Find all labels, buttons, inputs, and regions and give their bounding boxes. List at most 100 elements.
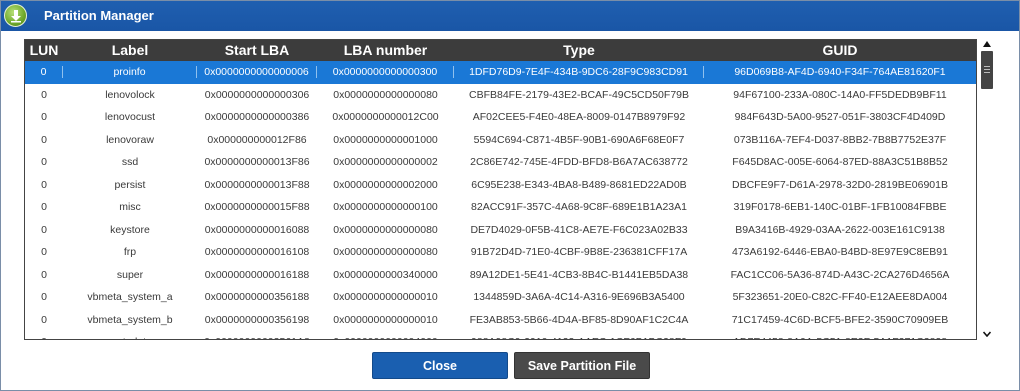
cell-start-lba: 0x0000000000000006 [197, 66, 317, 79]
cell-start-lba: 0x0000000000015F88 [204, 201, 310, 214]
cell-type: 5594C694-C871-4B5F-90B1-690A6F68E0F7 [473, 133, 685, 146]
cell-start-lba: 0x0000000000013F88 [204, 178, 310, 191]
cell-lba-number: 0x0000000000002000 [333, 178, 438, 191]
cell-type: 1DFD76D9-7E4F-434B-9DC6-28F9C983CD91 [454, 66, 704, 79]
cell-type: 988A98C9-2910-4123-AAEC-1CF6B1BC28F9 [454, 336, 704, 339]
save-partition-file-button[interactable]: Save Partition File [514, 352, 650, 379]
cell-guid: 94F67100-233A-080C-14A0-FF5DEDB9BF11 [733, 88, 947, 101]
title-bar: Partition Manager [1, 1, 1019, 31]
cell-label: ssd [121, 156, 139, 169]
cell-start-lba: 0x0000000000356188 [204, 291, 310, 304]
table-row[interactable]: 0 persist 0x0000000000013F88 0x000000000000… [25, 174, 976, 197]
cell-lba-number: 0x0000000000012C00 [332, 111, 439, 124]
cell-lun: 0 [41, 88, 47, 101]
table-row[interactable]: 0 ssd 0x0000000000013F86 0x0000000000000002… [25, 151, 976, 174]
table-row[interactable]: 0 proinfo 0x0000000000000006 0x000000000000… [25, 61, 976, 84]
cell-lba-number: 0x0000000000000100 [333, 201, 438, 214]
cell-start-lba: 0x0000000000016088 [204, 223, 310, 236]
cell-type: CBFB84FE-2179-43E2-BCAF-49C5CD50F79B [468, 88, 689, 101]
cell-lun: 0 [41, 156, 47, 169]
cell-guid: F645D8AC-005E-6064-87ED-88A3C51B8B52 [732, 156, 948, 169]
cell-start-lba: 0x00000000003561A8 [197, 336, 317, 339]
cell-label: super [116, 268, 144, 281]
cell-start-lba: 0x0000000000000306 [204, 88, 310, 101]
column-header-guid[interactable]: GUID [704, 40, 976, 61]
cell-guid: 71C17459-4C6D-BCF5-BFE2-3590C70909EB [731, 313, 949, 326]
cell-label: keystore [110, 223, 150, 236]
close-button[interactable]: Close [372, 352, 508, 379]
table-row[interactable]: 0 keystore 0x0000000000016088 0x00000000000… [25, 219, 976, 242]
column-header-lun[interactable]: LUN [25, 40, 63, 61]
cell-lba-number: 0x0000000000000080 [333, 223, 438, 236]
cell-lba-number: 0x0000000000000080 [333, 88, 438, 101]
cell-label: vbmeta_system_a [87, 291, 173, 304]
cell-lba-number: 0x0000000000004000 [317, 336, 454, 339]
cell-label: misc [119, 201, 141, 214]
cell-guid: 984F643D-5A00-9527-051F-3803CF4D409D [734, 111, 946, 124]
cell-guid: FAC1CC06-5A36-874D-A43C-2CA276D4656A [730, 268, 950, 281]
cell-lun: 0 [41, 223, 47, 236]
column-header-type[interactable]: Type [454, 40, 704, 61]
cell-lba-number: 0x0000000000001000 [333, 133, 438, 146]
cell-start-lba: 0x0000000000356198 [204, 313, 310, 326]
cell-guid: 073B116A-7EF4-D037-8BB2-7B8B7752E37F [733, 133, 947, 146]
cell-start-lba: 0x0000000000013F86 [204, 156, 310, 169]
cell-guid: DBCFE9F7-D61A-2978-32D0-2819BE06901B [732, 178, 948, 191]
cell-lun: 0 [41, 178, 47, 191]
column-header-start-lba[interactable]: Start LBA [197, 40, 317, 61]
cell-guid: 473A6192-6446-EBA0-B4BD-8E97E9C8EB91 [732, 246, 948, 259]
cell-lun: 0 [41, 291, 47, 304]
cell-lun: 0 [41, 201, 47, 214]
cell-lba-number: 0x0000000000000010 [333, 313, 438, 326]
cell-guid: AD7E4458-8A0A-5C51-8E3F-5A1F271C3828 [704, 336, 976, 339]
cell-type: 82ACC91F-357C-4A68-9C8F-689E1B1A23A1 [471, 201, 687, 214]
table-row[interactable]: 0 vbmeta_system_b 0x0000000000356198 0x0000… [25, 309, 976, 332]
table-row[interactable]: 0 vbmeta_system_a 0x0000000000356188 0x0000… [25, 286, 976, 309]
cell-type: FE3AB853-5B66-4D4A-BF85-8D90AF1C2C4A [469, 313, 689, 326]
cell-lba-number: 0x0000000000340000 [333, 268, 438, 281]
cell-lun: 0 [41, 313, 47, 326]
cell-label: proinfo [63, 66, 197, 79]
table-row[interactable]: 0 misc 0x0000000000015F88 0x000000000000010… [25, 196, 976, 219]
cell-guid: B9A3416B-4929-03AA-2622-003E161C9138 [735, 223, 945, 236]
cell-guid: 319F0178-6EB1-140C-01BF-1FB10084FBBE [733, 201, 947, 214]
table-header: LUN Label Start LBA LBA number Type GUID [25, 40, 976, 61]
table-body: 0 proinfo 0x0000000000000006 0x000000000000… [25, 61, 976, 339]
cell-start-lba: 0x0000000000000386 [204, 111, 310, 124]
cell-lun: 0 [25, 336, 63, 339]
cell-lba-number: 0x0000000000000010 [333, 291, 438, 304]
cell-guid: 96D069B8-AF4D-6940-F34F-764AE81620F1 [734, 66, 946, 79]
cell-lun: 0 [41, 111, 47, 124]
table-row[interactable]: 0metadata0x00000000003561A80x00000000000… [25, 331, 976, 339]
column-header-lba-number[interactable]: LBA number [317, 40, 454, 61]
cell-label: lenovolock [105, 88, 155, 101]
table-row[interactable]: 0 lenovolock 0x0000000000000306 0x000000000… [25, 84, 976, 107]
cell-start-lba: 0x0000000000016108 [204, 246, 310, 259]
cell-label: vbmeta_system_b [87, 313, 173, 326]
cell-type: 91B72D4D-71E0-4CBF-9B8E-236381CFF17A [470, 246, 688, 259]
partition-manager-window: Partition Manager LUN Label Start LBA LB… [0, 0, 1020, 391]
cell-label: lenovoraw [106, 133, 154, 146]
partition-table[interactable]: LUN Label Start LBA LBA number Type GUID… [24, 39, 977, 340]
table-row[interactable]: 0 frp 0x0000000000016108 0x0000000000000080… [25, 241, 976, 264]
scroll-up-arrow-icon[interactable] [982, 39, 992, 49]
cell-lba-number: 0x0000000000000080 [333, 246, 438, 259]
table-row[interactable]: 0 super 0x0000000000016188 0x00000000003400… [25, 264, 976, 287]
table-row[interactable]: 0 lenovocust 0x0000000000000386 0x000000000… [25, 106, 976, 129]
column-header-label[interactable]: Label [63, 40, 197, 61]
scroll-down-arrow-icon[interactable] [981, 328, 993, 340]
cell-type: 2C86E742-745E-4FDD-BFD8-B6A7AC638772 [470, 156, 688, 169]
cell-type: DE7D4029-0F5B-41C8-AE7E-F6C023A02B33 [470, 223, 688, 236]
table-row[interactable]: 0 lenovoraw 0x000000000012F86 0x00000000000… [25, 129, 976, 152]
cell-lun: 0 [41, 246, 47, 259]
scrollbar-thumb[interactable] [981, 51, 993, 89]
cell-start-lba: 0x0000000000016188 [204, 268, 310, 281]
cell-label: metadata [63, 336, 197, 339]
cell-type: AF02CEE5-F4E0-48EA-8009-0147B8979F92 [472, 111, 686, 124]
cell-guid: 5F323651-20E0-C82C-FF40-E12AEE8DA004 [732, 291, 948, 304]
cell-label: lenovocust [104, 111, 156, 124]
cell-type: 6C95E238-E343-4BA8-B489-8681ED22AD0B [471, 178, 687, 191]
download-arrow-icon [4, 4, 27, 27]
window-title: Partition Manager [44, 8, 154, 23]
cell-start-lba: 0x000000000012F86 [207, 133, 307, 146]
